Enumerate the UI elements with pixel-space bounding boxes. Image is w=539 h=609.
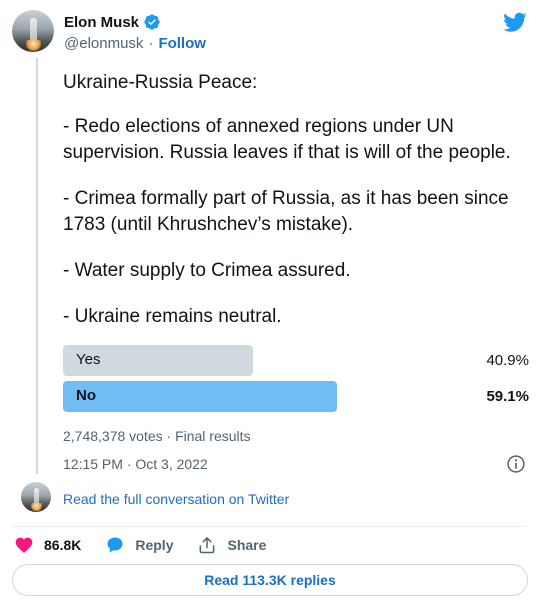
tweet-paragraph: - Crimea formally part of Russia, as it … <box>63 188 509 235</box>
author-handle[interactable]: @elonmusk <box>64 35 143 52</box>
tweet-card: Elon Musk @elonmusk · Follow Ukraine-Rus… <box>0 0 539 609</box>
like-button[interactable]: 86.8K <box>14 535 81 555</box>
share-upload-icon <box>200 537 215 554</box>
like-count: 86.8K <box>44 537 82 553</box>
avatar[interactable] <box>12 10 54 52</box>
tweet-paragraph: - Water supply to Crimea assured. <box>63 260 351 281</box>
poll-option-label: Yes <box>76 351 101 368</box>
share-button[interactable]: Share <box>197 535 266 555</box>
read-conversation-link[interactable]: Read the full conversation on Twitter <box>63 491 289 507</box>
poll-option-percent: 40.9% <box>486 352 529 369</box>
divider <box>12 526 527 527</box>
poll-option-percent: 59.1% <box>486 388 529 405</box>
author-handle-row: @elonmusk · Follow <box>64 35 206 52</box>
poll-option-yes: Yes 40.9% <box>63 345 529 376</box>
separator-dot: · <box>148 35 154 52</box>
thread-line <box>36 58 38 474</box>
tweet-paragraph: - Ukraine remains neutral. <box>63 306 282 327</box>
poll-bar <box>63 381 337 412</box>
twitter-bird-icon[interactable] <box>503 10 527 34</box>
share-label: Share <box>227 537 267 553</box>
rocket-flame <box>31 503 42 512</box>
tweet-paragraph: - Redo elections of annexed regions unde… <box>63 116 511 163</box>
author-name[interactable]: Elon Musk <box>64 14 139 31</box>
rocket-flame <box>26 40 41 52</box>
reply-bubble-icon <box>107 537 123 553</box>
follow-button[interactable]: Follow <box>158 35 206 52</box>
author-name-row: Elon Musk <box>64 13 161 31</box>
tweet-paragraph: Ukraine-Russia Peace: <box>63 72 258 93</box>
tweet-text: Ukraine-Russia Peace: - Redo elections o… <box>63 70 533 350</box>
poll-votes-summary: 2,748,378 votes · Final results <box>63 428 251 444</box>
info-icon[interactable] <box>506 454 526 474</box>
reply-label: Reply <box>135 537 174 553</box>
verified-badge-icon <box>144 14 160 30</box>
poll-option-label: No <box>76 387 96 404</box>
conversation-avatar[interactable] <box>21 482 51 512</box>
tweet-timestamp[interactable]: 12:15 PM · Oct 3, 2022 <box>63 456 208 472</box>
heart-icon <box>15 537 33 553</box>
reply-button[interactable]: Reply <box>105 535 173 555</box>
read-replies-button[interactable]: Read 113.3K replies <box>12 564 528 596</box>
action-bar: 86.8K Reply Share <box>14 535 290 555</box>
poll-option-no: No 59.1% <box>63 381 529 412</box>
